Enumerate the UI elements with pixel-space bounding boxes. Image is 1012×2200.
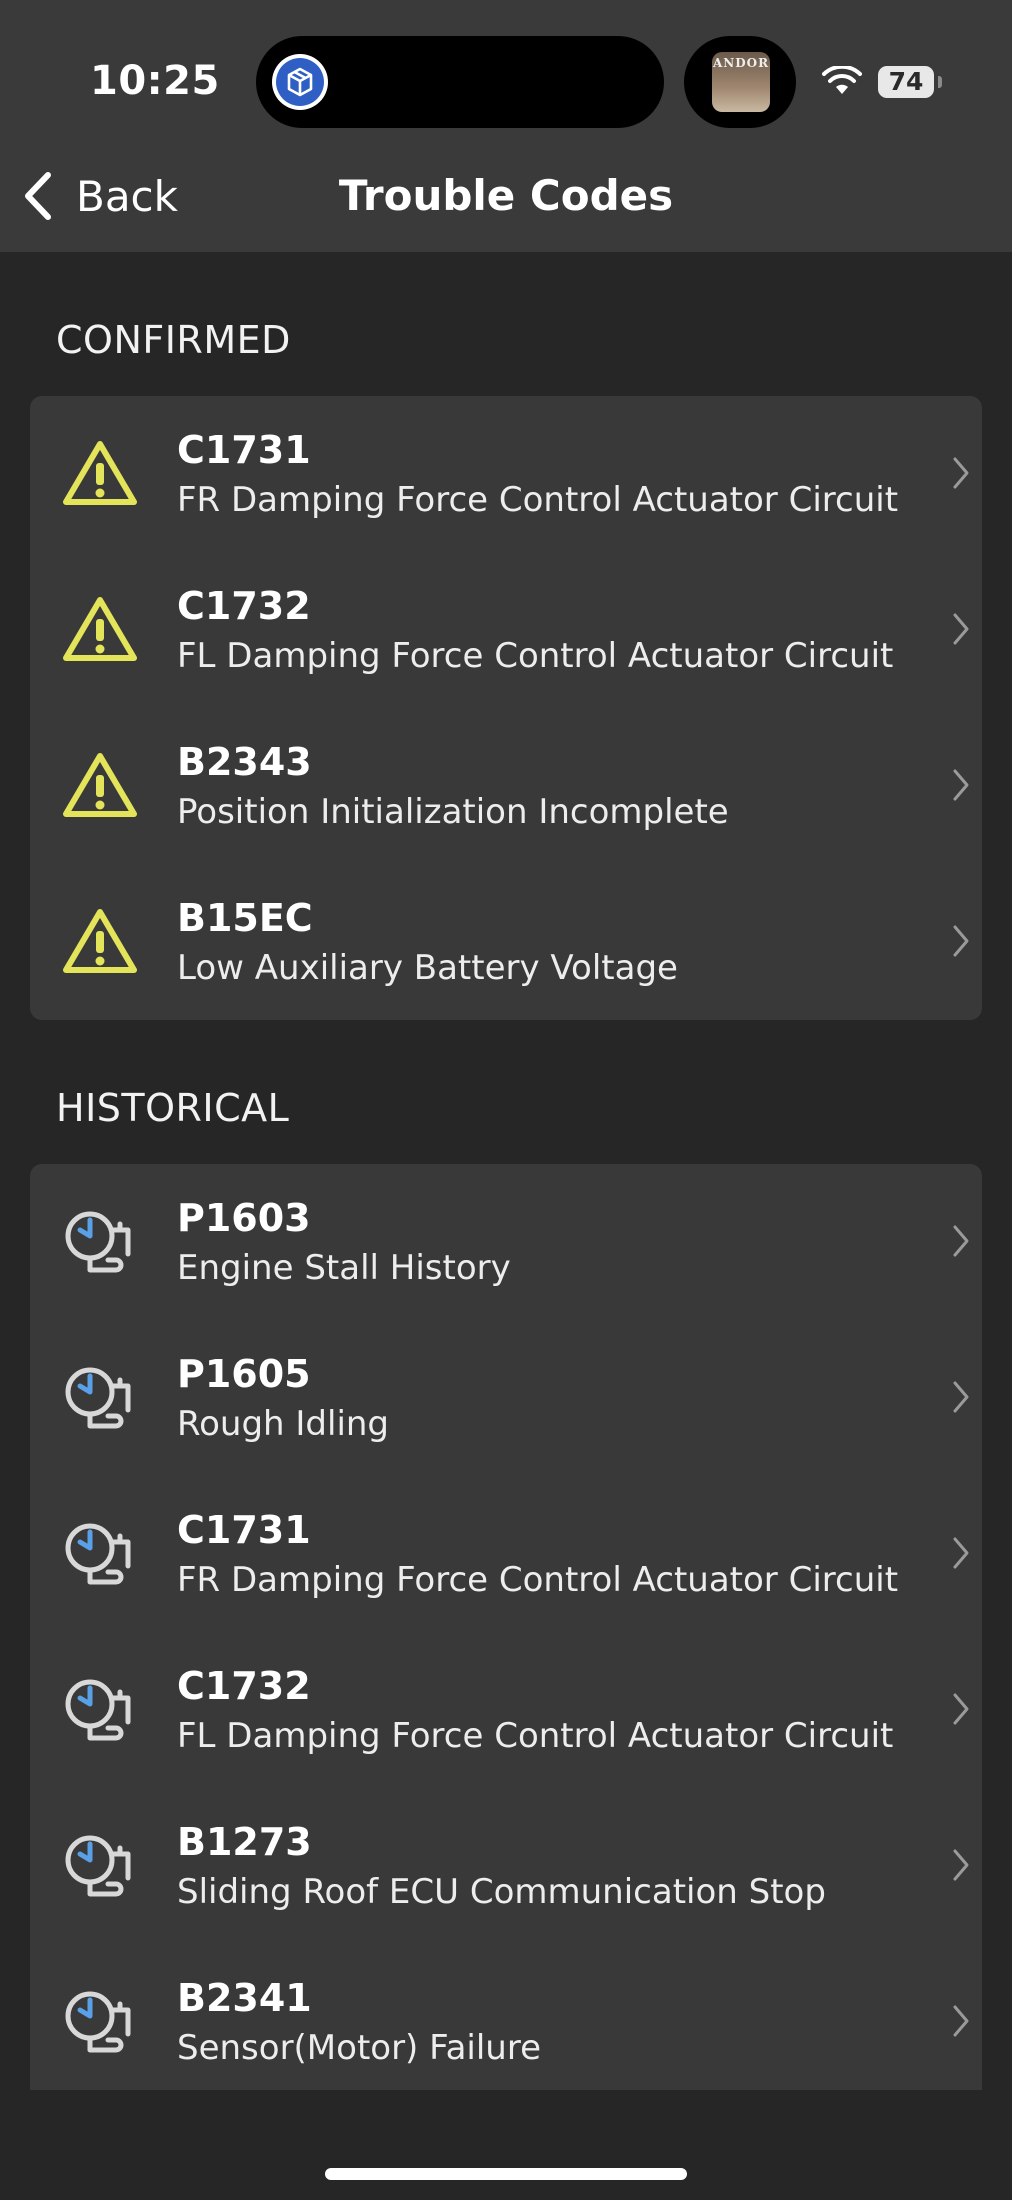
trouble-code-description: FL Damping Force Control Actuator Circui… [177,636,894,676]
trouble-code-description: FR Damping Force Control Actuator Circui… [177,1560,899,1600]
trouble-code-description: Low Auxiliary Battery Voltage [177,948,678,988]
warning-icon [63,753,137,817]
trouble-code: B2341 [177,1976,312,2020]
warning-icon [63,597,137,661]
chevron-right-icon [953,2005,969,2037]
album-art-title: ANDOR [712,56,770,70]
trouble-code: B15EC [177,896,313,940]
trouble-code: C1732 [177,1664,311,1708]
app-activity-icon [272,54,328,110]
trouble-code-row[interactable]: B2343 Position Initialization Incomplete [30,708,982,864]
trouble-code: C1731 [177,428,311,472]
trouble-code: C1731 [177,1508,311,1552]
history-clock-icon [65,1835,131,1897]
warning-icon [63,441,137,505]
trouble-code-description: Position Initialization Incomplete [177,792,729,832]
home-indicator[interactable] [325,2168,687,2180]
chevron-right-icon [953,769,969,801]
warning-icon [63,909,137,973]
dynamic-island [256,36,664,128]
now-playing-pill: ANDOR [684,36,796,128]
history-clock-icon [65,1523,131,1585]
trouble-code-row[interactable]: B1273 Sliding Roof ECU Communication Sto… [30,1788,982,1944]
confirmed-codes-list: C1731 FR Damping Force Control Actuator … [30,396,982,1020]
trouble-code: B1273 [177,1820,312,1864]
chevron-right-icon [953,925,969,957]
chevron-right-icon [953,1537,969,1569]
chevron-right-icon [953,1225,969,1257]
trouble-code-row[interactable]: C1731 FR Damping Force Control Actuator … [30,396,982,552]
chevron-right-icon [953,1849,969,1881]
trouble-code-row[interactable]: P1603 Engine Stall History [30,1164,982,1320]
chevron-right-icon [953,457,969,489]
trouble-code: P1603 [177,1196,311,1240]
section-header-confirmed: CONFIRMED [56,318,291,362]
wifi-icon [822,66,862,94]
section-header-historical: HISTORICAL [56,1086,290,1130]
historical-codes-list: P1603 Engine Stall History P1605 Rough I… [30,1164,982,2090]
navigation-bar: 10:25 ANDOR 74 Back Trouble Codes [0,0,1012,252]
chevron-right-icon [953,1693,969,1725]
status-time: 10:25 [90,58,220,104]
album-art-icon: ANDOR [712,52,770,112]
trouble-code-row[interactable]: C1732 FL Damping Force Control Actuator … [30,552,982,708]
trouble-code-description: Sensor(Motor) Failure [177,2028,541,2068]
trouble-code-description: Rough Idling [177,1404,390,1444]
trouble-code-description: Engine Stall History [177,1248,511,1288]
history-clock-icon [65,1991,131,2053]
trouble-code-description: FR Damping Force Control Actuator Circui… [177,480,899,520]
trouble-code-row[interactable]: C1732 FL Damping Force Control Actuator … [30,1632,982,1788]
chevron-right-icon [953,613,969,645]
history-clock-icon [65,1211,131,1273]
trouble-code: P1605 [177,1352,311,1396]
trouble-code-row[interactable]: P1605 Rough Idling [30,1320,982,1476]
trouble-code-row[interactable]: B15EC Low Auxiliary Battery Voltage [30,864,982,1020]
history-clock-icon [65,1679,131,1741]
history-clock-icon [65,1367,131,1429]
trouble-code-row[interactable]: C1731 FR Damping Force Control Actuator … [30,1476,982,1632]
battery-indicator: 74 [878,66,934,98]
trouble-code-description: FL Damping Force Control Actuator Circui… [177,1716,894,1756]
trouble-code: B2343 [177,740,312,784]
chevron-right-icon [953,1381,969,1413]
trouble-code: C1732 [177,584,311,628]
trouble-code-description: Sliding Roof ECU Communication Stop [177,1872,826,1912]
page-title: Trouble Codes [338,171,674,220]
trouble-code-row[interactable]: B2341 Sensor(Motor) Failure [30,1944,982,2100]
battery-tip [938,76,942,88]
